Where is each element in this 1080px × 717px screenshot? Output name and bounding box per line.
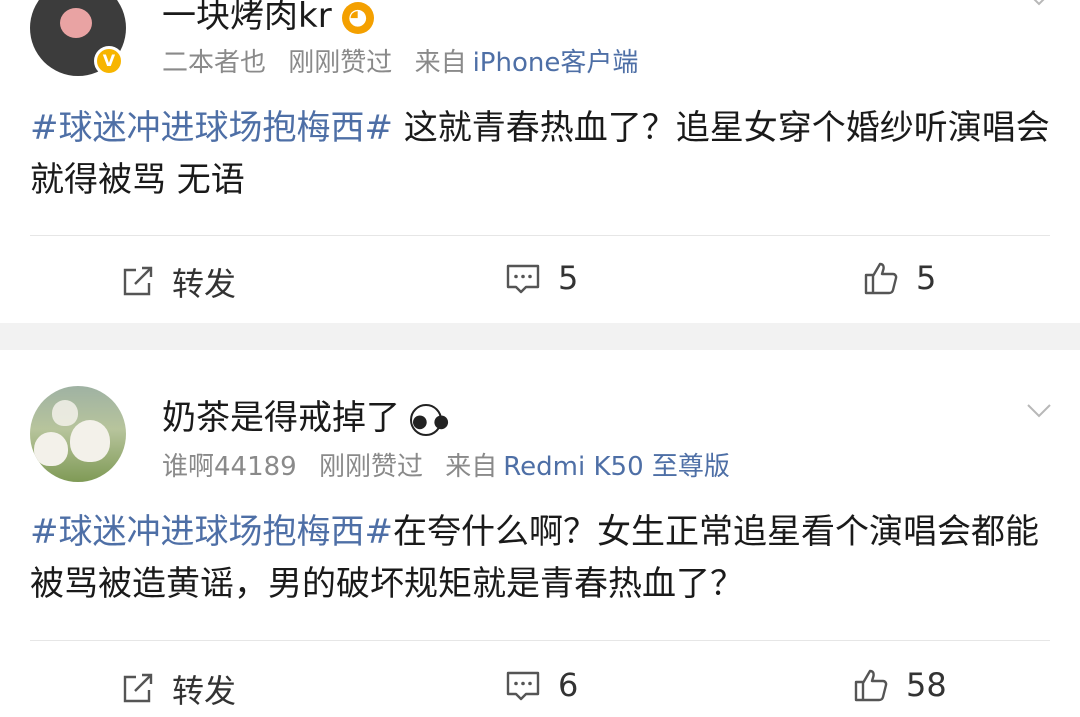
post-meta: 谁啊44189 刚刚赞过 来自 Redmi K50 至尊版 xyxy=(162,446,744,483)
meta-source: Redmi K50 至尊版 xyxy=(503,452,730,482)
meta-handle: 二本者也 xyxy=(162,48,267,78)
comment-icon xyxy=(504,666,542,704)
repost-label: 转发 xyxy=(172,265,237,303)
weibo-post-1: V 一块烤肉kr ◕ 二本者也 刚刚赞过 来自 iPhone客户端 #球迷冲进球场抱… xyxy=(0,0,1080,323)
like-button[interactable]: 58 xyxy=(852,666,947,704)
username-text: 奶茶是得戒掉了 xyxy=(162,398,400,438)
comment-count: 5 xyxy=(558,259,579,297)
like-count: 5 xyxy=(916,259,937,297)
repost-icon xyxy=(118,670,156,708)
post-content: #球迷冲进球场抱梅西# 这就青春热血了？追星女穿个婚纱听演唱会就得被骂 无语 xyxy=(30,102,1050,206)
repost-button[interactable]: 转发 xyxy=(118,666,236,712)
divider xyxy=(30,235,1050,236)
comment-count: 6 xyxy=(558,666,579,704)
like-button[interactable]: 5 xyxy=(862,259,936,297)
hashtag-link[interactable]: #球迷冲进球场抱梅西# xyxy=(30,108,393,148)
thumbs-up-icon xyxy=(862,259,900,297)
post-separator xyxy=(0,323,1080,350)
repost-icon xyxy=(118,263,156,301)
thumbs-up-icon xyxy=(852,666,890,704)
comment-button[interactable]: 5 xyxy=(504,259,578,297)
repost-label: 转发 xyxy=(172,672,237,710)
meta-handle: 谁啊44189 xyxy=(162,452,297,482)
meta-time: 刚刚赞过 xyxy=(288,48,393,78)
divider xyxy=(30,640,1050,641)
post-content: #球迷冲进球场抱梅西#在夸什么啊？女生正常追星看个演唱会都能被骂被造黄谣，男的破… xyxy=(30,506,1050,610)
username-text: 一块烤肉kr xyxy=(162,0,332,36)
meta-from: 来自 xyxy=(414,48,467,78)
weibo-post-2: 奶茶是得戒掉了 ● ● 谁啊44189 刚刚赞过 来自 Redmi K50 至尊版 … xyxy=(0,350,1080,717)
chevron-down-icon[interactable] xyxy=(1026,0,1052,12)
username[interactable]: 一块烤肉kr ◕ xyxy=(162,0,374,37)
user-avatar[interactable] xyxy=(30,386,126,482)
sheep-graphic xyxy=(70,420,110,462)
sheep-graphic xyxy=(34,432,68,466)
chevron-down-icon[interactable] xyxy=(1026,398,1052,424)
repost-button[interactable]: 转发 xyxy=(118,259,236,305)
comment-icon xyxy=(504,259,542,297)
meta-source: iPhone客户端 xyxy=(472,48,639,78)
post-meta: 二本者也 刚刚赞过 来自 iPhone客户端 xyxy=(162,42,652,79)
meta-from: 来自 xyxy=(445,452,498,482)
comment-button[interactable]: 6 xyxy=(504,666,578,704)
sheep-graphic xyxy=(52,400,78,426)
hashtag-link[interactable]: #球迷冲进球场抱梅西# xyxy=(30,512,393,552)
avatar-graphic xyxy=(60,8,92,38)
verified-badge-icon: V xyxy=(94,46,124,76)
fish-emoji-icon: ◕ xyxy=(341,1,374,34)
panda-emoji-icon: ● ● xyxy=(410,403,449,436)
meta-time: 刚刚赞过 xyxy=(318,452,423,482)
like-count: 58 xyxy=(906,666,947,704)
username[interactable]: 奶茶是得戒掉了 ● ● xyxy=(162,390,449,439)
